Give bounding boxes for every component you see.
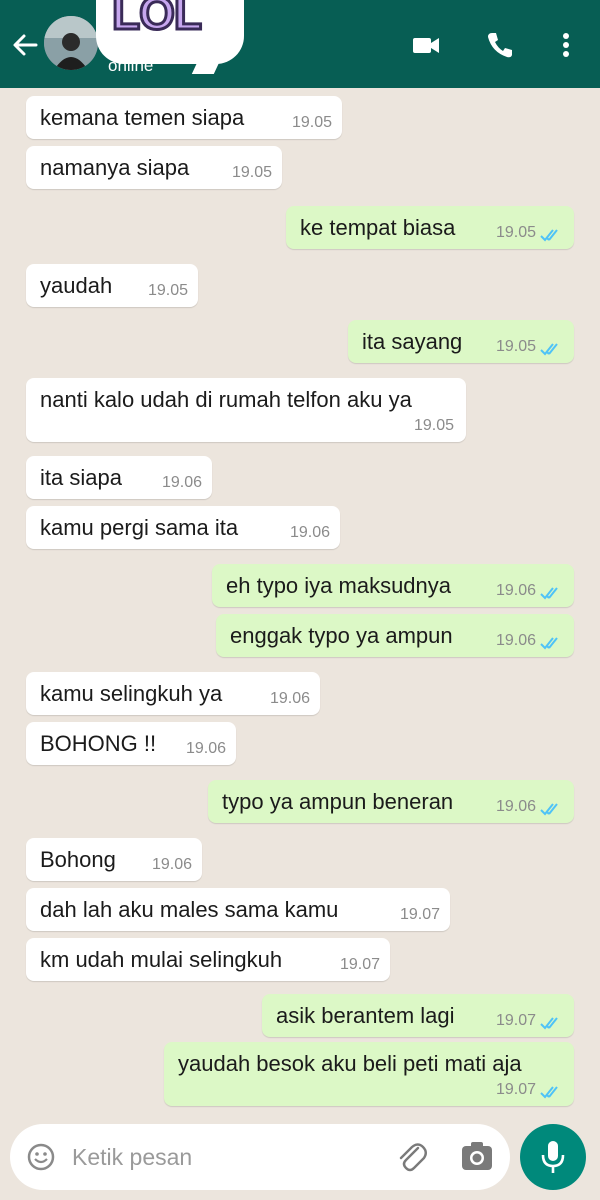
message-bubble-incoming[interactable]: nanti kalo udah di rumah telfon aku ya 1… [26, 378, 466, 442]
message-time: 19.05 [495, 224, 536, 241]
camera-icon[interactable] [460, 1140, 494, 1172]
chat-area: kemana temen siapa 19.05 namanya siapa 1… [0, 88, 600, 1116]
message-bubble-incoming[interactable]: Bohong 19.06 [26, 838, 202, 881]
message-text: kamu pergi sama ita [40, 515, 239, 540]
message-text: km udah mulai selingkuh [40, 947, 283, 972]
attach-icon[interactable] [396, 1140, 428, 1174]
message-time: 19.06 [495, 632, 536, 649]
message-bubble-incoming[interactable]: dah lah aku males sama kamu 19.07 [26, 888, 450, 931]
message-text: BOHONG !! [40, 731, 157, 756]
message-composer [10, 1124, 510, 1190]
message-bubble-outgoing[interactable]: asik berantem lagi 19.07 [262, 994, 574, 1037]
message-time: 19.06 [269, 690, 310, 707]
message-time: 19.05 [147, 282, 188, 299]
message-time: 19.06 [289, 524, 330, 541]
read-ticks-icon [540, 343, 558, 356]
message-bubble-outgoing[interactable]: yaudah besok aku beli peti mati aja 19.0… [164, 1042, 574, 1106]
message-text: ita siapa [40, 465, 122, 490]
read-ticks-icon [540, 229, 558, 242]
message-bubble-outgoing[interactable]: ita sayang 19.05 [348, 320, 574, 363]
message-time: 19.07 [495, 1081, 536, 1098]
message-time: 19.05 [291, 114, 332, 131]
message-bubble-outgoing[interactable]: typo ya ampun beneran 19.06 [208, 780, 574, 823]
message-bubble-outgoing[interactable]: ke tempat biasa 19.05 [286, 206, 574, 249]
emoji-icon[interactable] [26, 1142, 56, 1172]
message-time: 19.05 [231, 164, 272, 181]
message-bubble-incoming[interactable]: yaudah 19.05 [26, 264, 198, 307]
message-time: 19.06 [495, 582, 536, 599]
message-text: kamu selingkuh ya [40, 681, 223, 706]
message-text: eh typo iya maksudnya [226, 573, 452, 598]
message-time: 19.05 [413, 417, 454, 434]
message-bubble-incoming[interactable]: kamu selingkuh ya 19.06 [26, 672, 320, 715]
message-text: Bohong [40, 847, 116, 872]
message-text: kemana temen siapa [40, 105, 245, 130]
message-bubble-outgoing[interactable]: eh typo iya maksudnya 19.06 [212, 564, 574, 607]
message-text: nanti kalo udah di rumah telfon aku ya [40, 387, 412, 412]
message-bubble-incoming[interactable]: kemana temen siapa 19.05 [26, 96, 342, 139]
message-time: 19.07 [339, 956, 380, 973]
message-text: typo ya ampun beneran [222, 789, 454, 814]
message-bubble-incoming[interactable]: kamu pergi sama ita 19.06 [26, 506, 340, 549]
video-call-icon[interactable] [410, 30, 442, 60]
microphone-button[interactable] [520, 1124, 586, 1190]
read-ticks-icon [540, 803, 558, 816]
read-ticks-icon [540, 587, 558, 600]
message-text: asik berantem lagi [276, 1003, 455, 1028]
message-bubble-incoming[interactable]: namanya siapa 19.05 [26, 146, 282, 189]
voice-call-icon[interactable] [484, 30, 516, 60]
message-time: 19.07 [399, 906, 440, 923]
message-text: dah lah aku males sama kamu [40, 897, 339, 922]
chat-header: LOL online [0, 0, 600, 88]
message-input[interactable] [72, 1138, 372, 1176]
message-time: 19.07 [495, 1012, 536, 1029]
read-ticks-icon [540, 637, 558, 650]
message-time: 19.06 [161, 474, 202, 491]
message-text: yaudah [40, 273, 113, 298]
message-bubble-incoming[interactable]: ita siapa 19.06 [26, 456, 212, 499]
contact-status: online [108, 56, 154, 75]
read-ticks-icon [540, 1086, 558, 1099]
read-ticks-icon [540, 1017, 558, 1030]
lol-sticker-text: LOL [111, 0, 204, 41]
message-text: ke tempat biasa [300, 215, 456, 240]
message-time: 19.05 [495, 338, 536, 355]
message-text: enggak typo ya ampun [230, 623, 453, 648]
contact-avatar[interactable] [44, 16, 98, 70]
message-bubble-outgoing[interactable]: enggak typo ya ampun 19.06 [216, 614, 574, 657]
message-text: ita sayang [362, 329, 463, 354]
message-time: 19.06 [185, 740, 226, 757]
microphone-icon [541, 1141, 565, 1173]
more-options-icon[interactable] [552, 30, 584, 60]
message-time: 19.06 [151, 856, 192, 873]
message-bubble-incoming[interactable]: km udah mulai selingkuh 19.07 [26, 938, 390, 981]
message-text: yaudah besok aku beli peti mati aja [178, 1051, 522, 1076]
back-arrow-icon[interactable] [10, 30, 40, 60]
message-bubble-incoming[interactable]: BOHONG !! 19.06 [26, 722, 236, 765]
message-time: 19.06 [495, 798, 536, 815]
message-text: namanya siapa [40, 155, 190, 180]
